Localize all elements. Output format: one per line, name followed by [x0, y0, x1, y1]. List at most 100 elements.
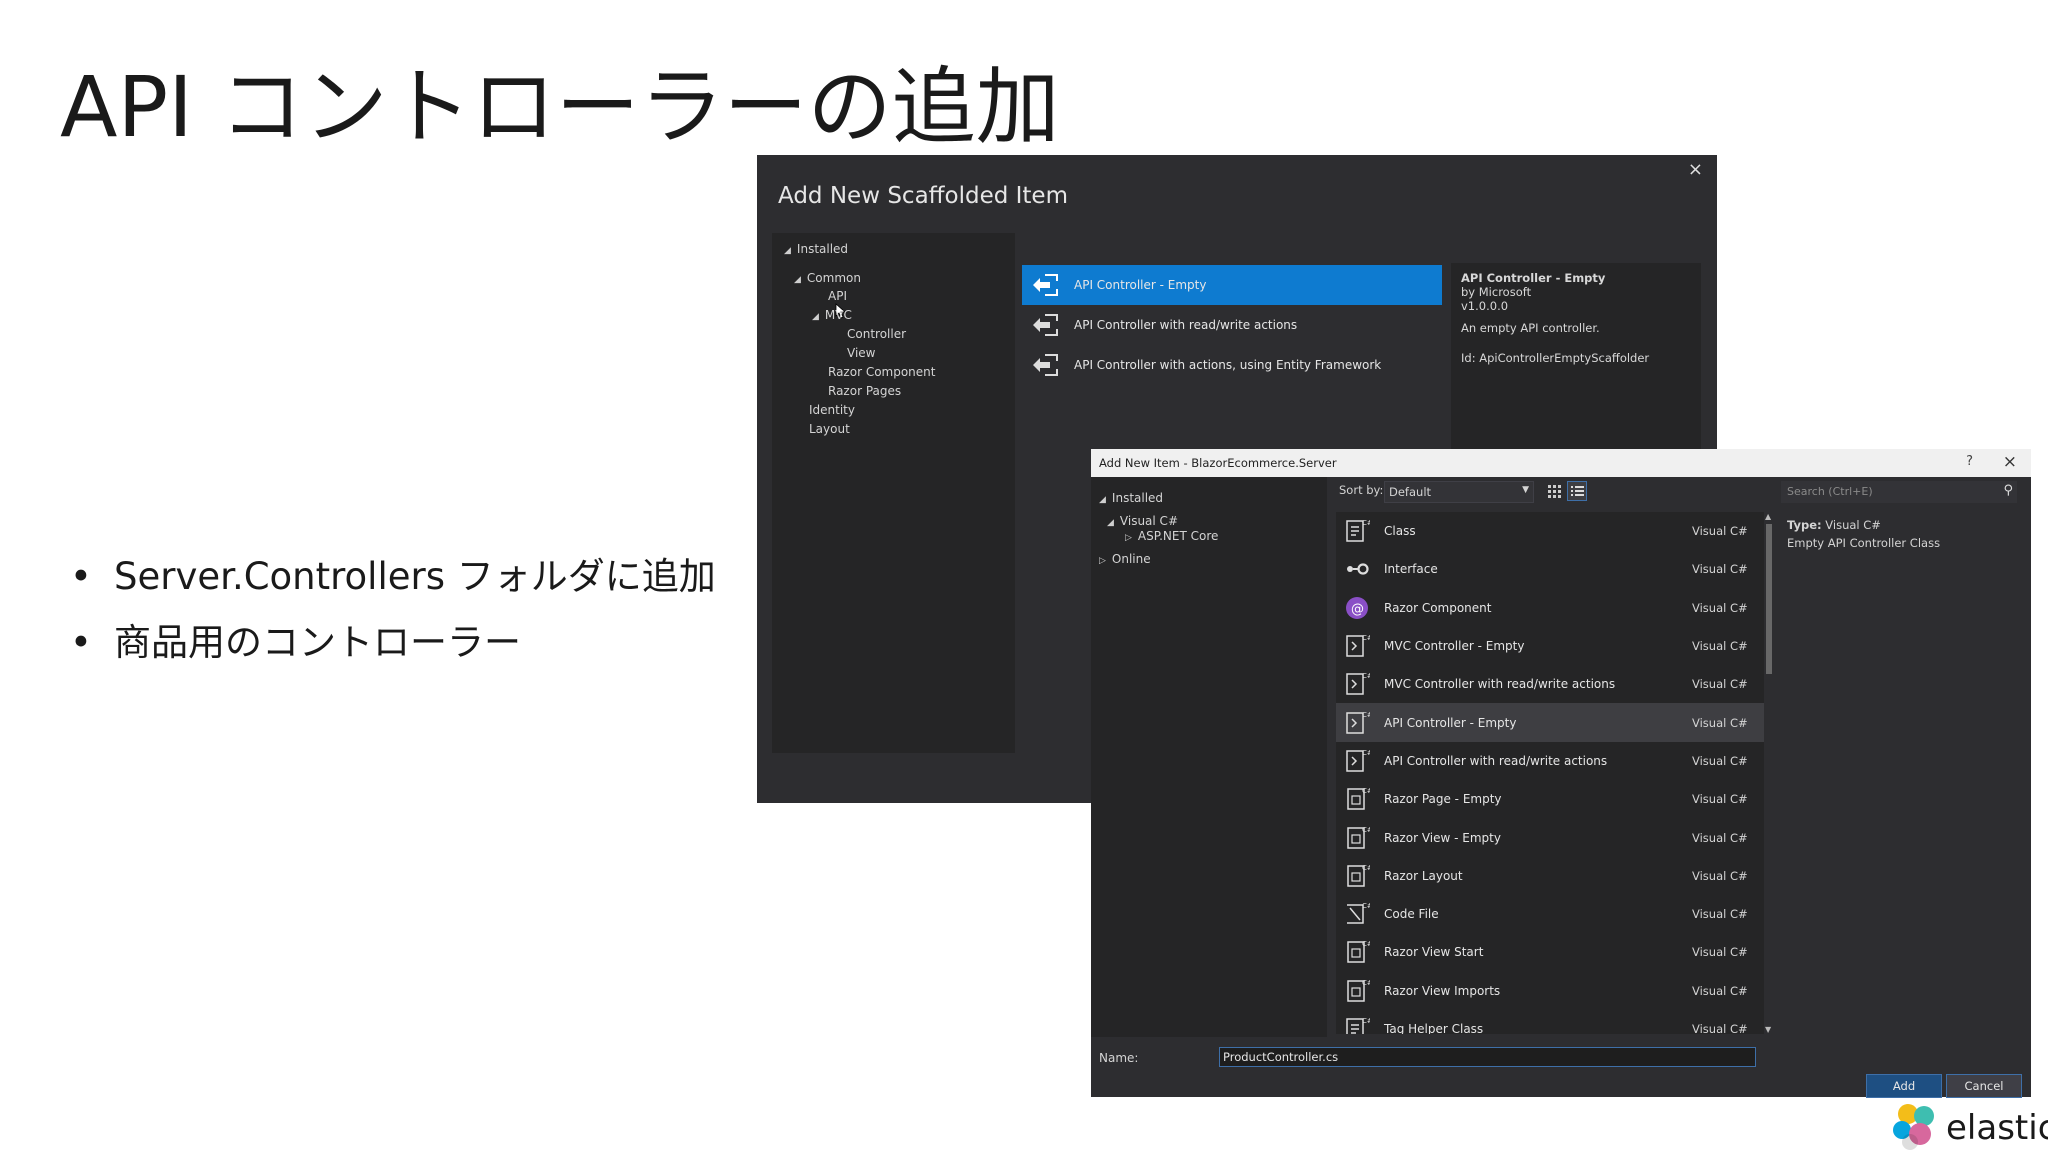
add-new-item-dialog: Add New Item - BlazorEcommerce.Server ? …: [1091, 449, 2031, 1098]
template-type: Visual C#: [1692, 639, 1748, 654]
template-row[interactable]: C#MVC Controller - EmptyVisual C#: [1336, 627, 1771, 665]
template-tree: ◢ Installed ◢ Visual C# ▷ ASP.NET Core ▷ Onl…: [1091, 477, 1327, 1037]
scaffold-item-api-controller-ef[interactable]: API Controller with actions, using Entit…: [1022, 345, 1442, 385]
scaffold-item-api-controller-empty[interactable]: API Controller - Empty: [1022, 265, 1442, 305]
template-type: Visual C#: [1692, 983, 1748, 998]
svg-text:C#: C#: [1362, 787, 1370, 795]
collapsed-triangle-icon: ▷: [1099, 556, 1106, 566]
tree-item-common[interactable]: ◢ Common: [794, 271, 861, 285]
razor-page-icon: C#: [1344, 862, 1373, 890]
sort-bar: Sort by: Default ▼: [1339, 481, 1587, 505]
controller-icon: C#: [1344, 709, 1373, 737]
svg-text:C#: C#: [1362, 864, 1370, 872]
controller-icon: C#: [1344, 747, 1373, 775]
tree-item-view[interactable]: View: [847, 346, 875, 360]
template-type: Visual C#: [1692, 600, 1748, 615]
template-row[interactable]: C#Razor View StartVisual C#: [1336, 933, 1771, 971]
razor-component-icon: @: [1344, 594, 1370, 622]
tree-item-identity[interactable]: Identity: [809, 403, 855, 417]
tree-item-api[interactable]: API: [828, 289, 847, 303]
template-type: Visual C#: [1692, 753, 1748, 768]
svg-text:C#: C#: [1362, 902, 1370, 910]
collapsed-triangle-icon: ▷: [1125, 533, 1132, 543]
tree-item-installed[interactable]: ◢ Installed: [1099, 491, 1163, 505]
template-row[interactable]: C#Razor View - EmptyVisual C#: [1336, 818, 1771, 856]
template-type: Visual C#: [1692, 945, 1748, 960]
tree-item-controller[interactable]: Controller: [847, 327, 906, 341]
sort-label: Sort by:: [1339, 483, 1384, 497]
scaffold-controller-icon: [1033, 354, 1058, 376]
detail-name: API Controller - Empty: [1461, 271, 1606, 285]
razor-page-icon: C#: [1344, 938, 1373, 966]
name-label: Name:: [1099, 1051, 1139, 1065]
tree-item-mvc[interactable]: ◢ MVC: [812, 308, 852, 322]
tree-item-online[interactable]: ▷ Online: [1099, 552, 1151, 566]
sort-dropdown[interactable]: Default ▼: [1384, 481, 1534, 503]
scaffold-controller-icon: [1033, 274, 1058, 296]
template-row[interactable]: C#Razor Page - EmptyVisual C#: [1336, 780, 1771, 818]
dialog-title: Add New Item - BlazorEcommerce.Server: [1099, 456, 1337, 470]
template-row[interactable]: Interface Visual C#: [1336, 550, 1771, 588]
dialog-titlebar: Add New Item - BlazorEcommerce.Server ? …: [1091, 449, 2031, 477]
expanded-triangle-icon: ◢: [1107, 518, 1114, 528]
bullet-list: • Server.Controllers フォルダに追加 • 商品用のコントローラー: [62, 555, 716, 687]
tree-item-aspnet-core[interactable]: ▷ ASP.NET Core: [1125, 529, 1218, 543]
razor-page-icon: C#: [1344, 977, 1373, 1005]
scaffold-controller-icon: [1033, 314, 1058, 336]
tree-item-installed[interactable]: ◢ Installed: [784, 242, 848, 256]
tree-item-razor-pages[interactable]: Razor Pages: [828, 384, 901, 398]
template-row[interactable]: @ Razor Component Visual C#: [1336, 589, 1771, 627]
scrollbar-thumb[interactable]: [1766, 524, 1772, 674]
svg-text:@: @: [1351, 602, 1364, 617]
template-row[interactable]: C#Tag Helper ClassVisual C#: [1336, 1010, 1771, 1034]
expanded-triangle-icon: ◢: [794, 275, 801, 285]
info-type-value: Visual C#: [1825, 518, 1881, 532]
cancel-button[interactable]: Cancel: [1946, 1074, 2022, 1098]
svg-text:C#: C#: [1362, 519, 1370, 527]
template-row[interactable]: C#API Controller with read/write actions…: [1336, 742, 1771, 780]
template-row[interactable]: C#API Controller - EmptyVisual C#: [1336, 703, 1771, 742]
svg-text:C#: C#: [1362, 672, 1370, 680]
controller-icon: C#: [1344, 632, 1373, 660]
dialog-close-button[interactable]: ×: [2003, 452, 2017, 472]
svg-text:C#: C#: [1362, 979, 1370, 987]
tree-item-visual-csharp[interactable]: ◢ Visual C#: [1107, 514, 1178, 528]
template-row[interactable]: C#Razor LayoutVisual C#: [1336, 857, 1771, 895]
list-scrollbar[interactable]: ▲ ▼: [1764, 512, 1774, 1034]
scroll-down-icon[interactable]: ▼: [1765, 1025, 1771, 1034]
expanded-triangle-icon: ◢: [812, 312, 819, 322]
list-view-icon[interactable]: [1567, 481, 1587, 501]
template-type: Visual C#: [1692, 868, 1748, 883]
expanded-triangle-icon: ◢: [1099, 495, 1106, 505]
add-button[interactable]: Add: [1866, 1074, 1942, 1098]
grid-view-icon[interactable]: [1544, 481, 1564, 501]
svg-text:C#: C#: [1362, 826, 1370, 834]
template-row[interactable]: C#Razor View ImportsVisual C#: [1336, 972, 1771, 1010]
search-input[interactable]: Search (Ctrl+E) ⚲: [1781, 481, 2017, 503]
detail-version: v1.0.0.0: [1461, 299, 1509, 313]
svg-text:C#: C#: [1362, 634, 1370, 642]
template-row[interactable]: C#MVC Controller with read/write actions…: [1336, 665, 1771, 703]
template-row[interactable]: C#ClassVisual C#: [1336, 512, 1771, 550]
search-icon: ⚲: [2003, 483, 2013, 498]
svg-text:C#: C#: [1362, 711, 1370, 719]
detail-description: An empty API controller.: [1461, 321, 1600, 335]
name-input[interactable]: ProductController.cs: [1219, 1047, 1756, 1067]
template-row[interactable]: C#Code FileVisual C#: [1336, 895, 1771, 933]
scroll-up-icon[interactable]: ▲: [1765, 512, 1771, 521]
scaffold-close-button[interactable]: ×: [1688, 159, 1703, 180]
template-type: Visual C#: [1692, 792, 1748, 807]
bullet-item: • 商品用のコントローラー: [62, 621, 716, 665]
tree-item-razor-component[interactable]: Razor Component: [828, 365, 935, 379]
info-description: Empty API Controller Class: [1787, 536, 1941, 550]
info-type-label: Type:: [1787, 518, 1822, 532]
chevron-down-icon: ▼: [1522, 485, 1529, 495]
bullet-dot: •: [70, 621, 92, 664]
help-button[interactable]: ?: [1966, 454, 1973, 469]
elastic-logo-icon: [1893, 1104, 1934, 1150]
slide-title: API コントローラーの追加: [60, 58, 1060, 156]
detail-id: Id: ApiControllerEmptyScaffolder: [1461, 351, 1650, 365]
scaffold-item-api-controller-rw[interactable]: API Controller with read/write actions: [1022, 305, 1442, 345]
elastic-wordmark: elastic: [1946, 1108, 2048, 1148]
tree-item-layout[interactable]: Layout: [809, 422, 850, 436]
